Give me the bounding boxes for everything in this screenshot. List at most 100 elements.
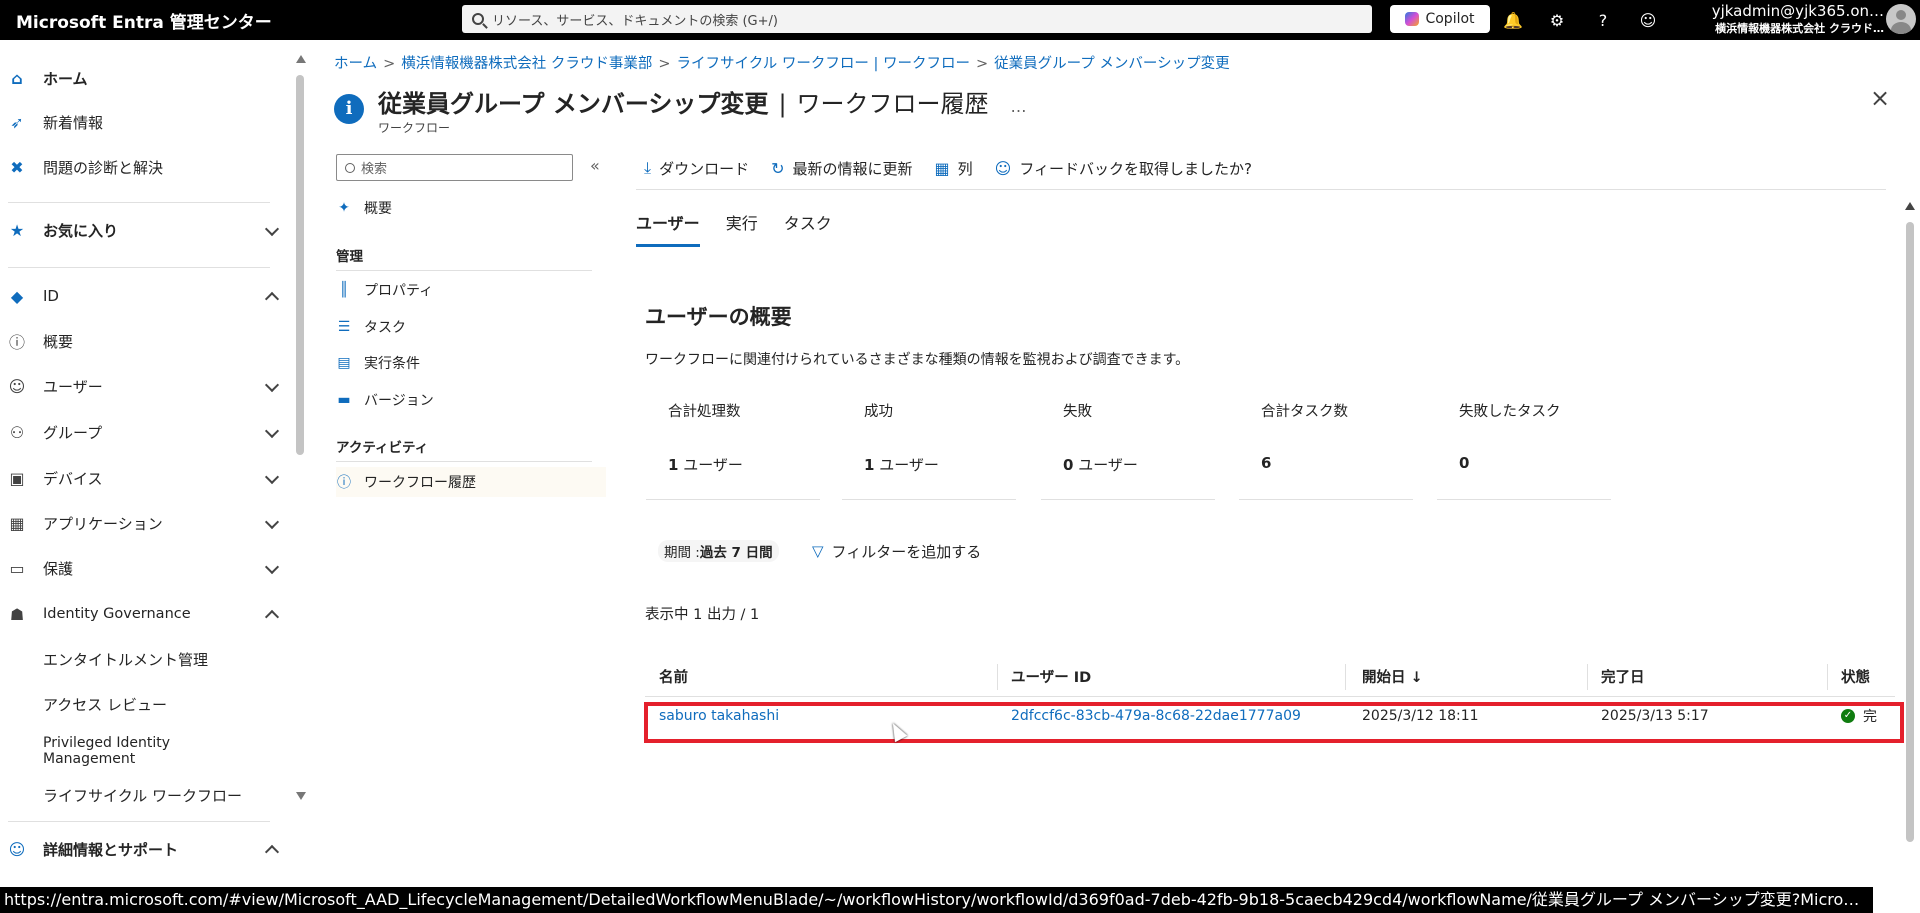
- columns-button[interactable]: ▦ 列: [935, 158, 973, 179]
- refresh-button[interactable]: ↻ 最新の情報に更新: [771, 158, 912, 179]
- group-icon: ⚇: [9, 422, 25, 442]
- chevron-down-icon: [264, 377, 280, 393]
- nav-id[interactable]: ◆ ID: [0, 278, 285, 314]
- scroll-up-icon[interactable]: [1905, 202, 1915, 210]
- column-divider[interactable]: [997, 664, 998, 690]
- copilot-icon: [1405, 12, 1420, 26]
- menu-item-tasks-label: タスク: [364, 320, 406, 336]
- help-icon[interactable]: ?: [1592, 10, 1614, 32]
- close-icon[interactable]: ×: [1870, 86, 1890, 110]
- left-nav-scrollbar[interactable]: [296, 55, 306, 800]
- columns-icon: ▦: [934, 158, 950, 178]
- properties-icon: ║: [339, 282, 349, 298]
- period-filter-pill[interactable]: 期間 : 過去 7 日間: [658, 540, 779, 562]
- copilot-button[interactable]: Copilot: [1390, 5, 1490, 33]
- nav-overview[interactable]: ⓘ 概要: [0, 323, 285, 359]
- overview-icon: ✦: [338, 200, 350, 216]
- column-header-end-date[interactable]: 完了日: [1601, 658, 1645, 694]
- download-button[interactable]: ⤓ ダウンロード: [644, 158, 749, 179]
- breadcrumb-tenant[interactable]: 横浜情報機器株式会社 クラウド事業部: [401, 56, 652, 72]
- menu-item-execution-conditions[interactable]: ▤ 実行条件: [336, 348, 606, 378]
- breadcrumb-separator: >: [976, 56, 989, 72]
- menu-search-placeholder: 検索: [361, 162, 388, 177]
- scroll-thumb[interactable]: [296, 75, 304, 455]
- nav-lifecycle-workflows[interactable]: ライフサイクル ワークフロー: [0, 777, 285, 813]
- search-icon: [472, 13, 484, 25]
- stat-number: 0: [1459, 454, 1470, 472]
- nav-id-label: ID: [43, 287, 59, 305]
- nav-access-review[interactable]: アクセス レビュー: [0, 686, 285, 722]
- scroll-up-icon[interactable]: [296, 55, 306, 63]
- nav-learn-support[interactable]: ☺ 詳細情報とサポート: [0, 831, 285, 867]
- stat-label: 成功: [864, 404, 893, 420]
- collapse-menu-icon[interactable]: «: [590, 156, 600, 175]
- menu-section-divider: [336, 461, 592, 462]
- tab-runs[interactable]: 実行: [726, 210, 758, 247]
- breadcrumb-workflow[interactable]: 従業員グループ メンバーシップ変更: [994, 56, 1229, 72]
- stat-failed-tasks: 失敗したタスク 0: [1437, 392, 1611, 500]
- search-placeholder: リソース、サービス、ドキュメントの検索 (G+/): [492, 13, 778, 29]
- global-search-input[interactable]: リソース、サービス、ドキュメントの検索 (G+/): [462, 5, 1372, 33]
- column-divider[interactable]: [1587, 664, 1588, 690]
- tab-tasks[interactable]: タスク: [784, 210, 832, 247]
- nav-lifecycle-label: ライフサイクル ワークフロー: [43, 786, 243, 805]
- nav-groups[interactable]: ⚇ グループ: [0, 414, 285, 450]
- stat-unit: ユーザー: [1078, 456, 1138, 474]
- nav-pim[interactable]: Privileged Identity Management: [0, 730, 285, 772]
- diamond-icon: ◆: [10, 286, 24, 306]
- nav-applications[interactable]: ▦ アプリケーション: [0, 505, 285, 541]
- nav-devices[interactable]: ▣ デバイス: [0, 460, 285, 496]
- menu-search-input[interactable]: 検索: [336, 154, 573, 181]
- content-scrollbar[interactable]: [1905, 200, 1915, 890]
- brand-title[interactable]: Microsoft Entra 管理センター: [0, 8, 460, 33]
- nav-whats-new[interactable]: ➶ 新着情報: [0, 104, 285, 140]
- breadcrumb-lifecycle[interactable]: ライフサイクル ワークフロー | ワークフロー: [677, 56, 971, 72]
- scroll-thumb[interactable]: [1906, 222, 1914, 842]
- nav-users-label: ユーザー: [43, 377, 103, 396]
- scroll-down-icon[interactable]: [296, 792, 306, 800]
- nav-divider: [8, 267, 270, 268]
- nav-home[interactable]: ⌂ ホーム: [0, 60, 285, 96]
- menu-item-properties-label: プロパティ: [364, 283, 434, 299]
- account-org: 横浜情報機器株式会社 クラウド…: [1715, 22, 1884, 35]
- avatar[interactable]: [1886, 4, 1916, 34]
- menu-item-workflow-history[interactable]: ⓘ ワークフロー履歴: [336, 467, 606, 497]
- menu-item-tasks[interactable]: ☰ タスク: [336, 312, 606, 342]
- feedback-icon[interactable]: ☺: [1637, 10, 1659, 32]
- tab-users[interactable]: ユーザー: [636, 210, 700, 247]
- gear-icon[interactable]: ⚙: [1546, 10, 1568, 32]
- page-subtitle: ワークフロー: [378, 121, 451, 135]
- nav-identity-governance[interactable]: ☗ Identity Governance: [0, 596, 285, 632]
- column-header-start-date[interactable]: 開始日 ↓: [1362, 658, 1423, 694]
- breadcrumb-home[interactable]: ホーム: [334, 56, 377, 72]
- menu-item-overview[interactable]: ✦ 概要: [336, 193, 606, 223]
- section-description: ワークフローに関連付けられているさまざまな種類の情報を監視および調査できます。: [645, 352, 1190, 368]
- stat-number: 0: [1063, 456, 1074, 474]
- stat-value: 1 ユーザー: [864, 454, 939, 475]
- menu-item-properties[interactable]: ║ プロパティ: [336, 275, 606, 305]
- period-filter-label: 期間 :: [664, 545, 700, 561]
- column-divider[interactable]: [1345, 664, 1346, 690]
- menu-item-overview-label: 概要: [364, 201, 392, 217]
- stat-unit: ユーザー: [879, 456, 939, 474]
- bell-icon[interactable]: 🔔: [1502, 10, 1524, 32]
- more-options-button[interactable]: …: [1011, 97, 1027, 116]
- add-filter-button[interactable]: ▽ フィルターを追加する: [812, 540, 981, 562]
- rocket-icon: ➶: [10, 112, 24, 132]
- column-header-name[interactable]: 名前: [659, 658, 688, 694]
- column-header-status[interactable]: 状態: [1841, 658, 1870, 694]
- nav-entitlement[interactable]: エンタイトルメント管理: [0, 641, 285, 677]
- nav-users[interactable]: ☺ ユーザー: [0, 368, 285, 404]
- menu-item-versions[interactable]: ▬ バージョン: [336, 385, 606, 415]
- nav-favorites[interactable]: ★ お気に入り: [0, 212, 285, 248]
- nav-protection[interactable]: ▭ 保護: [0, 550, 285, 586]
- nav-groups-label: グループ: [43, 423, 103, 442]
- chevron-down-icon: [264, 469, 280, 485]
- stat-success: 成功 1 ユーザー: [842, 392, 1016, 500]
- device-icon: ▣: [9, 468, 25, 488]
- column-divider[interactable]: [1827, 664, 1828, 690]
- nav-diagnose[interactable]: ✖ 問題の診断と解決: [0, 149, 285, 185]
- column-header-user-id[interactable]: ユーザー ID: [1011, 658, 1091, 694]
- account-info[interactable]: yjkadmin@yjk365.on… 横浜情報機器株式会社 クラウド…: [1694, 2, 1884, 36]
- feedback-button[interactable]: ☺ フィードバックを取得しましたか?: [995, 158, 1252, 179]
